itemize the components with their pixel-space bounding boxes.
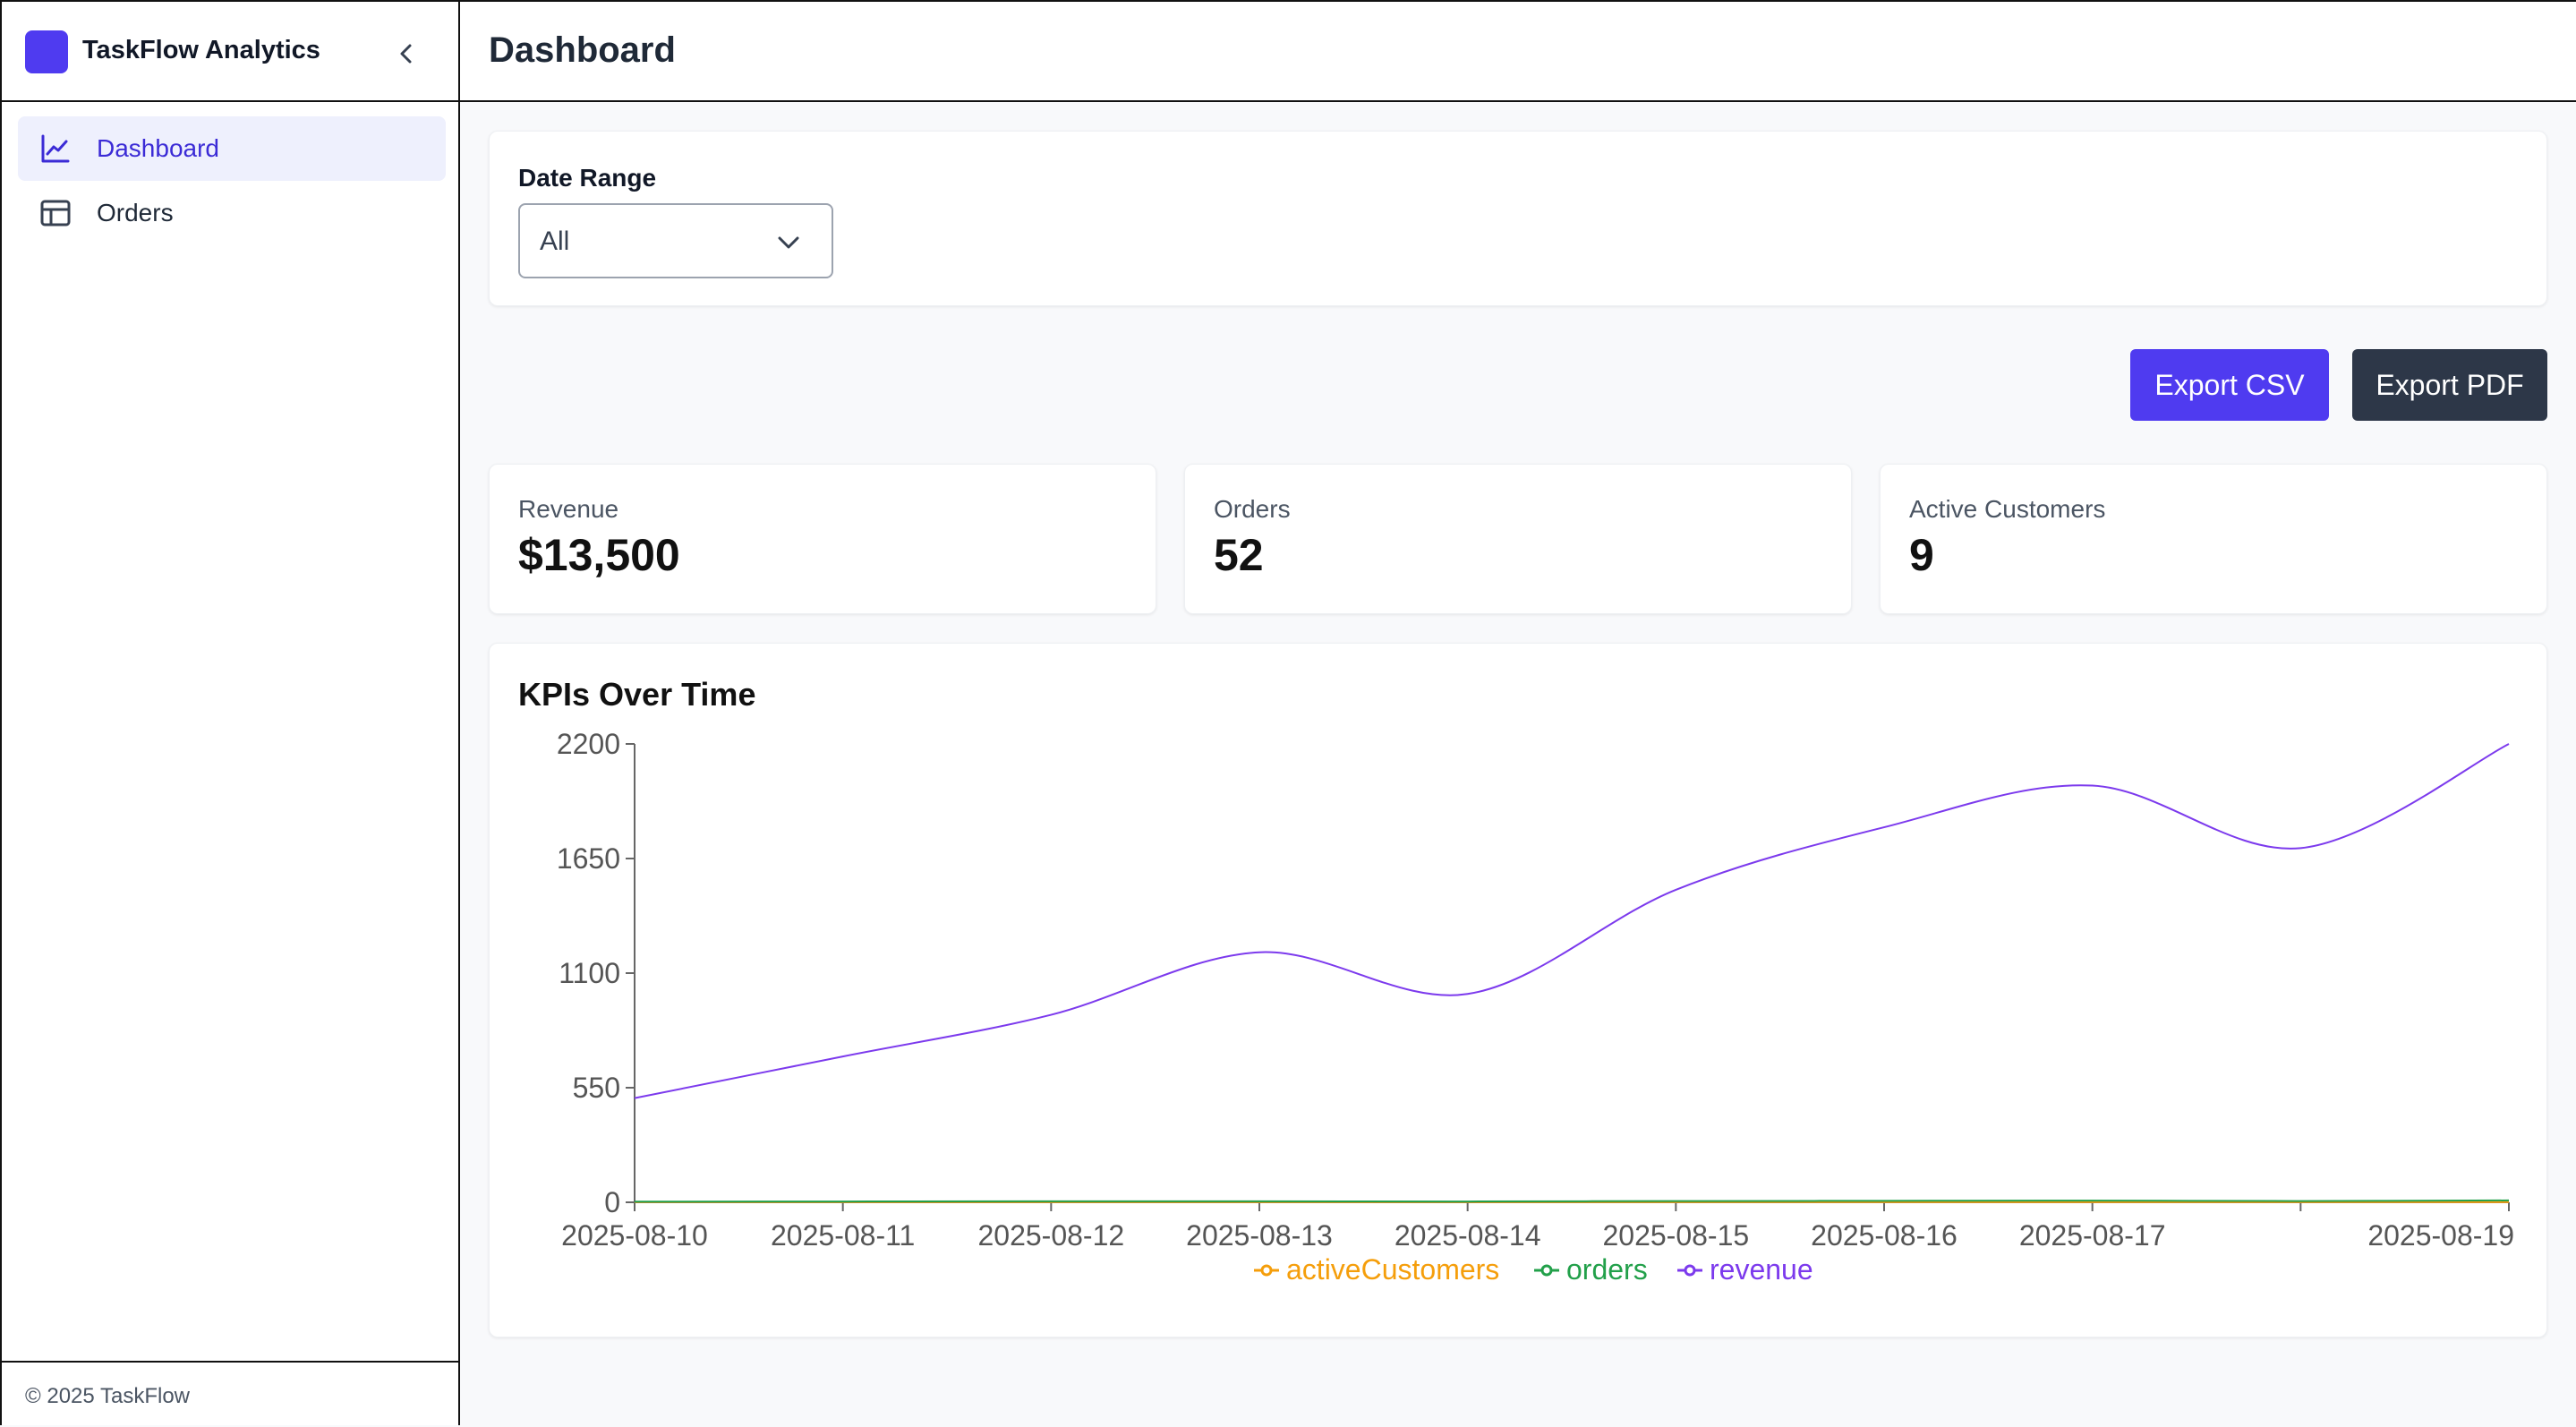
x-tick-label: 2025-08-15 (1602, 1219, 1749, 1252)
x-tick-label: 2025-08-10 (561, 1219, 708, 1252)
kpi-card-revenue: Revenue $13,500 (489, 464, 1156, 614)
series-line-revenue (634, 743, 2510, 1099)
copyright-text: © 2025 TaskFlow (25, 1384, 190, 1408)
sidebar-item-orders[interactable]: Orders (18, 181, 446, 245)
date-range-label: Date Range (518, 164, 657, 192)
table-icon (40, 200, 71, 226)
date-range-value: All (540, 226, 570, 256)
app-root: TaskFlow Analytics Dashboard Orders © 20… (0, 0, 2576, 1425)
y-tick-label: 1650 (557, 842, 620, 875)
kpi-card-orders: Orders 52 (1184, 464, 1852, 614)
page-title: Dashboard (489, 30, 676, 70)
sidebar-item-label: Dashboard (97, 134, 219, 162)
sidebar-item-label: Orders (97, 199, 174, 226)
filter-card: Date Range All (489, 131, 2547, 306)
legend-marker-dot (1684, 1264, 1696, 1277)
kpi-label: Revenue (518, 495, 619, 523)
y-tick-label: 1100 (559, 957, 620, 989)
collapse-sidebar-button[interactable] (388, 36, 424, 72)
brand-bar: TaskFlow Analytics (2, 2, 458, 102)
kpi-value: 9 (1909, 530, 1934, 580)
kpi-card-active-customers: Active Customers 9 (1880, 464, 2547, 614)
chevron-down-icon (778, 236, 799, 249)
sidebar-item-dashboard[interactable]: Dashboard (18, 116, 446, 181)
app-name: TaskFlow Analytics (82, 36, 320, 64)
date-range-select[interactable]: All (518, 203, 833, 278)
kpi-value: 52 (1214, 530, 1264, 580)
kpi-chart-card: KPIs Over Time 0 550 1100 1650 2200 2025-08-1… (489, 643, 2547, 1337)
sidebar: TaskFlow Analytics Dashboard Orders © 20… (0, 0, 460, 1425)
x-tick-label: 2025-08-13 (1186, 1219, 1333, 1252)
sidebar-footer: © 2025 TaskFlow (2, 1361, 458, 1427)
x-tick-label: 2025-08-14 (1395, 1219, 1541, 1252)
kpi-label: Orders (1214, 495, 1291, 523)
x-tick-label: 2025-08-17 (2019, 1219, 2166, 1252)
kpi-line-chart: 0 550 1100 1650 2200 2025-08-10 2025-08-11 2025… (557, 728, 2514, 1286)
legend-marker-dot (1260, 1264, 1273, 1277)
export-pdf-button[interactable]: Export PDF (2352, 349, 2547, 421)
y-tick-label: 2200 (557, 728, 620, 760)
kpi-value: $13,500 (518, 530, 680, 580)
legend-label: revenue (1710, 1253, 1813, 1286)
y-tick-label: 550 (573, 1072, 620, 1104)
chevron-left-icon (400, 44, 412, 64)
legend-label: orders (1566, 1253, 1648, 1286)
x-tick-label: 2025-08-11 (771, 1219, 915, 1252)
top-header: Dashboard (460, 0, 2576, 102)
kpi-label: Active Customers (1909, 495, 2106, 523)
line-chart-icon (41, 134, 70, 163)
legend-label: activeCustomers (1286, 1253, 1499, 1286)
x-tick-label: 2025-08-12 (977, 1219, 1124, 1252)
export-csv-button[interactable]: Export CSV (2130, 349, 2329, 421)
legend-marker-dot (1540, 1264, 1553, 1277)
x-tick-label: 2025-08-19 (2367, 1219, 2514, 1252)
app-logo (25, 30, 68, 73)
x-tick-label: 2025-08-16 (1811, 1219, 1958, 1252)
y-tick-label: 0 (604, 1186, 620, 1218)
